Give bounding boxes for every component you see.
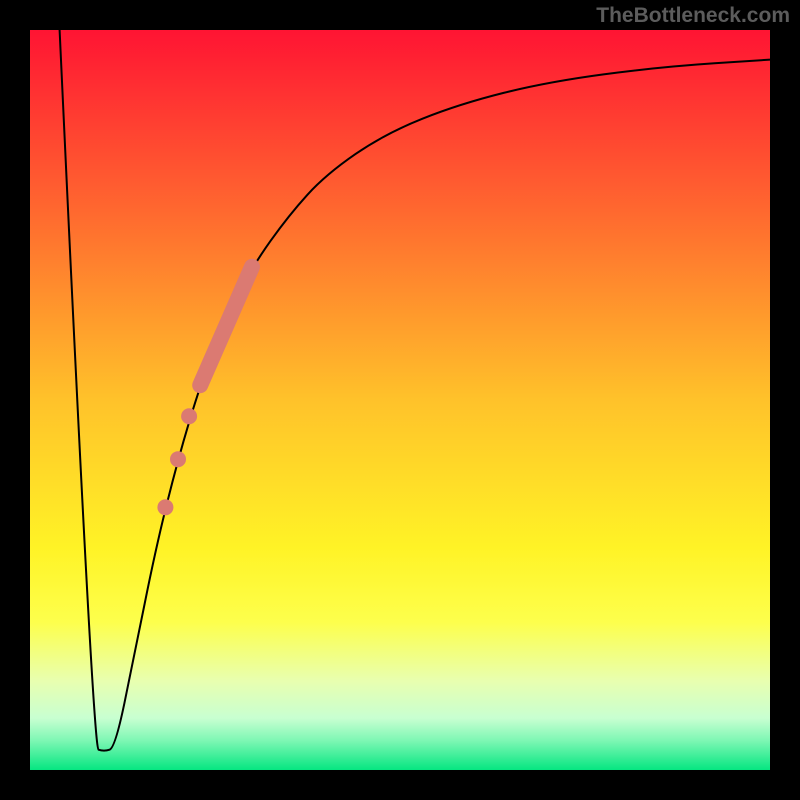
series-highlight-dots-pt	[170, 451, 186, 467]
series-highlight-dots-pt	[157, 499, 173, 515]
plot-background	[30, 30, 770, 770]
bottleneck-chart	[0, 0, 800, 800]
watermark-text: TheBottleneck.com	[596, 4, 790, 28]
chart-container: TheBottleneck.com	[0, 0, 800, 800]
series-highlight-dots-pt	[181, 408, 197, 424]
